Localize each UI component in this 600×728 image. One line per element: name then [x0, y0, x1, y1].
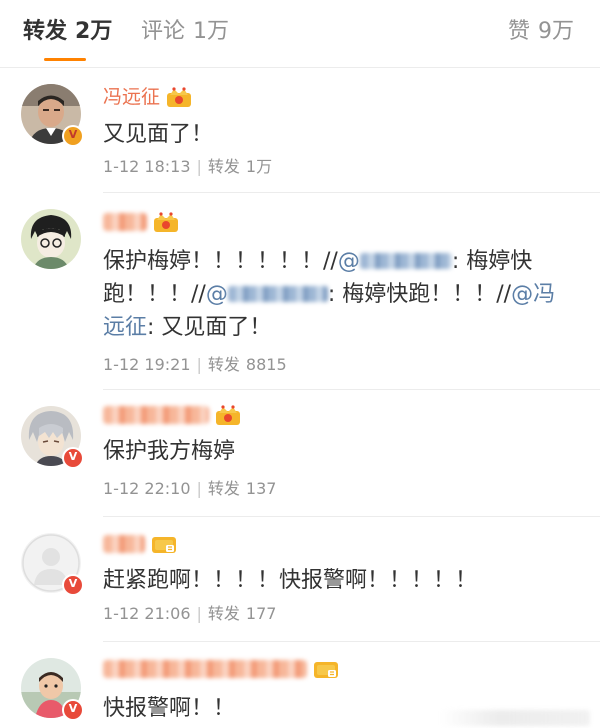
- avatar[interactable]: [21, 209, 81, 269]
- mention-at: @: [205, 282, 228, 307]
- avatar[interactable]: [21, 406, 84, 469]
- user-name-row: [103, 209, 179, 235]
- text-segment: 保护梅婷！！！！！！//: [103, 249, 338, 274]
- user-name-row: [103, 402, 241, 428]
- blurred-username[interactable]: [103, 213, 147, 231]
- repost-text: 保护梅婷！！！！！！//@: 梅婷快跑！！！//@: 梅婷快跑！！！//@冯远征…: [103, 245, 573, 344]
- crown-member-icon: [153, 211, 179, 233]
- crown-member-icon: [215, 404, 241, 426]
- list-item: 赶紧跑啊！！！！快报警啊！！！！！ 1-12 21:06|转发177: [0, 517, 600, 642]
- verified-badge-icon: [62, 574, 84, 596]
- tab-comments-count: 1万: [193, 19, 230, 44]
- avatar[interactable]: [21, 533, 84, 596]
- blurred-mention: [359, 253, 452, 269]
- repost-label[interactable]: 转发: [208, 604, 240, 623]
- crown-member-icon: [166, 86, 192, 108]
- repost-label[interactable]: 转发: [208, 355, 240, 374]
- mention-at: @: [337, 249, 360, 274]
- tab-comments-label: 评论: [141, 19, 186, 44]
- blurred-username[interactable]: [103, 660, 307, 678]
- repost-meta: 1-12 21:06 | 转发 177: [103, 604, 277, 623]
- list-item: 保护梅婷！！！！！！//@: 梅婷快跑！！！//@: 梅婷快跑！！！//@冯远征…: [0, 193, 600, 390]
- username[interactable]: 冯远征: [103, 84, 160, 110]
- repost-count: 137: [245, 479, 277, 498]
- text-segment: : 又见面了！: [147, 315, 272, 340]
- repost-time: 1-12 21:06: [103, 604, 191, 623]
- avatar[interactable]: [21, 658, 84, 721]
- repost-text: 赶紧跑啊！！！！快报警啊！！！！！: [103, 568, 478, 593]
- repost-time: 1-12 22:10: [103, 479, 191, 498]
- avatar[interactable]: [21, 84, 84, 147]
- repost-tab-bar: 转发 2万 评论 1万 赞 9万: [0, 0, 600, 68]
- repost-time: 1-12 18:13: [103, 157, 191, 176]
- mention-link[interactable]: @: [206, 282, 328, 307]
- tab-reposts[interactable]: 转发 2万: [23, 14, 112, 50]
- user-name-row: [103, 531, 177, 557]
- active-tab-indicator: [44, 58, 86, 61]
- verified-badge-icon: [62, 447, 84, 469]
- repost-label[interactable]: 转发: [208, 157, 240, 176]
- list-item: 冯远征 又见面了！ 1-12 18:13|转发1万: [0, 68, 600, 193]
- blurred-username[interactable]: [103, 535, 145, 553]
- tab-likes-label: 赞: [507, 19, 530, 44]
- user-name-row: [103, 656, 339, 682]
- tab-reposts-label: 转发: [23, 19, 68, 44]
- crown-member-icon: [313, 658, 339, 680]
- mention-link[interactable]: @: [338, 249, 452, 274]
- blurred-username[interactable]: [103, 406, 209, 424]
- tab-likes-count: 9万: [538, 19, 574, 44]
- repost-meta: 1-12 22:10 | 转发 137: [103, 479, 277, 498]
- repost-label[interactable]: 转发: [208, 479, 240, 498]
- repost-text: 保护我方梅婷: [103, 439, 236, 464]
- text-segment: : 梅婷快跑！！！//: [327, 282, 512, 307]
- repost-count: 177: [245, 604, 277, 623]
- blurred-mention: [227, 286, 328, 302]
- verified-badge-icon: [62, 699, 84, 721]
- list-item: 保护我方梅婷 1-12 22:10|转发137: [0, 390, 600, 517]
- avatar-anime-icon: [21, 209, 81, 269]
- crown-member-icon: [151, 533, 177, 555]
- user-name-row: 冯远征: [103, 84, 192, 110]
- verified-badge-icon: [62, 125, 84, 147]
- repost-text: 又见面了！: [103, 122, 214, 147]
- tab-likes[interactable]: 赞 9万: [508, 14, 574, 50]
- tab-reposts-count: 2万: [75, 19, 113, 44]
- repost-count: 1万: [245, 157, 273, 176]
- repost-time: 1-12 19:21: [103, 355, 191, 374]
- list-item: 快报警啊！！: [0, 642, 600, 728]
- repost-count: 8815: [245, 355, 287, 374]
- repost-meta: 1-12 19:21 | 转发 8815: [103, 355, 287, 374]
- watermark: [440, 710, 590, 726]
- tab-comments[interactable]: 评论 1万: [141, 14, 229, 50]
- repost-meta: 1-12 18:13 | 转发 1万: [103, 157, 273, 176]
